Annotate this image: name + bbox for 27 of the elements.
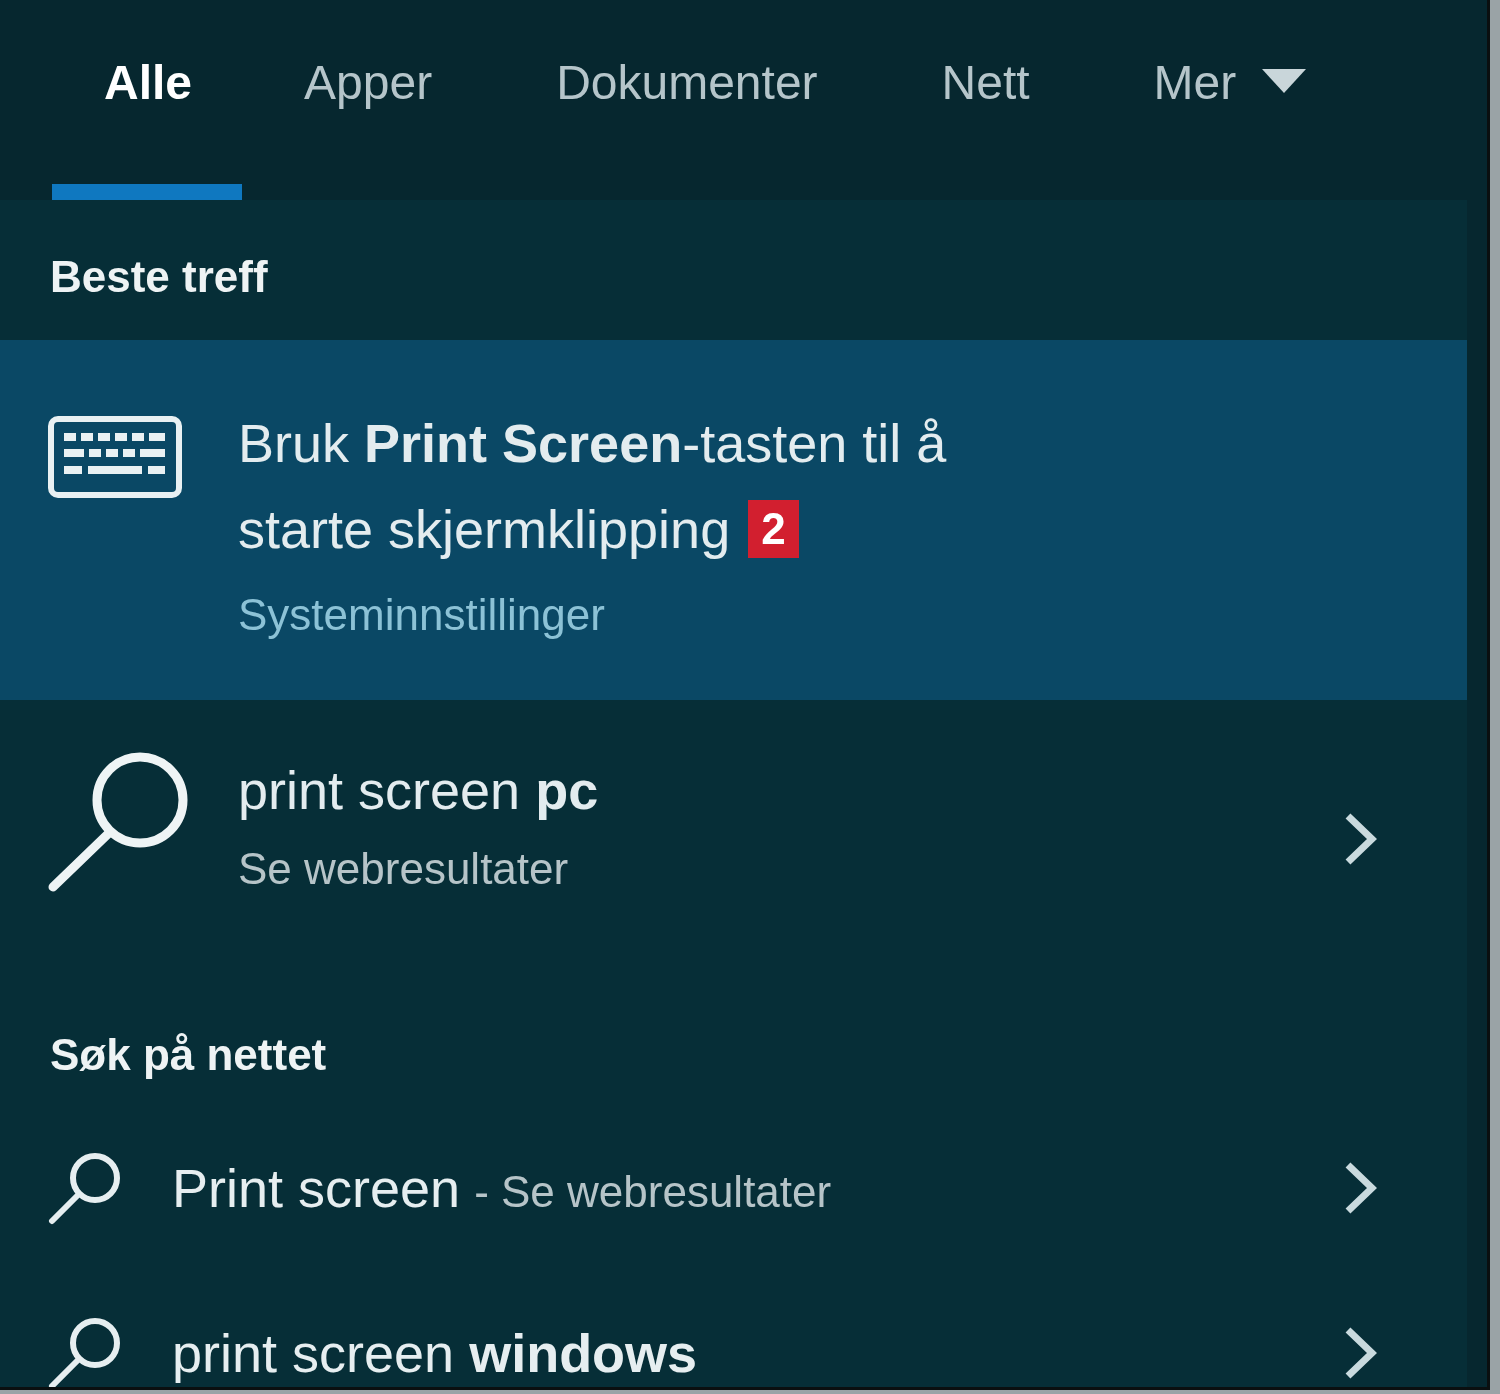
suggestion-text: print screen windows: [172, 1322, 698, 1383]
search-suggestion[interactable]: print screen windows: [0, 1275, 1467, 1387]
search-icon: [48, 1315, 122, 1387]
result-title-line: Bruk Print Screen-tasten til å: [238, 412, 947, 475]
web-result[interactable]: print screen pc Se webresultater: [0, 700, 1467, 960]
tab[interactable]: Dokumenter: [494, 0, 880, 200]
result-category: Se webresultater: [238, 844, 570, 894]
chevron-icon: [1343, 812, 1377, 866]
caret-icon: [1262, 69, 1307, 93]
number-badge: 2: [748, 500, 799, 558]
tab[interactable]: Nett: [879, 0, 1092, 200]
chevron-icon: [1343, 1160, 1377, 1215]
tab[interactable]: Mer: [1091, 0, 1369, 200]
tab[interactable]: Apper: [242, 0, 495, 200]
search-icon: [48, 750, 190, 892]
best-match-result[interactable]: Bruk Print Screen-tasten til å starte skjermklipping 2 Systeminnstillinger: [0, 340, 1467, 700]
suggestion-text: Print screen: [172, 1157, 461, 1218]
result-title-line: starte skjermklipping: [238, 498, 731, 561]
keyboard-icon: [48, 416, 182, 498]
result-category: Systeminnstillinger: [238, 590, 606, 640]
search-suggestion[interactable]: Print screen - Se webresultater: [0, 1110, 1467, 1265]
search-icon: [48, 1150, 122, 1225]
chevron-icon: [1343, 1325, 1377, 1380]
section-heading: Søk på nettet: [49, 1029, 328, 1081]
section-heading: Beste treff: [49, 251, 269, 303]
suggestion-hint: - Se webresultater: [474, 1166, 832, 1216]
result-title: print screen pc: [238, 759, 600, 822]
